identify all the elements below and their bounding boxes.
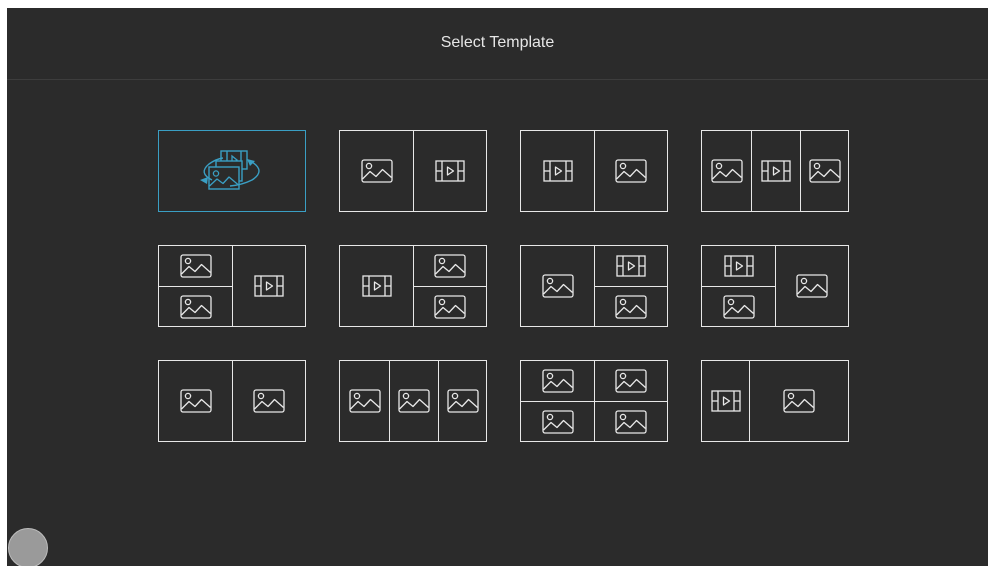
- image-icon: [541, 274, 574, 298]
- video-icon: [710, 390, 741, 412]
- image-cell: [594, 131, 667, 211]
- image-icon: [360, 159, 393, 183]
- image-cell: [594, 286, 667, 326]
- floating-circle-button[interactable]: [8, 528, 48, 566]
- video-icon: [361, 275, 392, 297]
- image-cell: [521, 246, 594, 326]
- image-cell: [800, 131, 848, 211]
- video-icon: [254, 275, 284, 297]
- image-cell: [438, 361, 486, 441]
- header: Select Template: [7, 8, 988, 80]
- image-cell: [159, 286, 232, 326]
- page-title: Select Template: [440, 33, 555, 51]
- video-cell: [413, 131, 486, 211]
- image-cell: [340, 361, 389, 441]
- image-icon: [179, 254, 212, 278]
- video-cell: [751, 131, 800, 211]
- image-icon: [722, 294, 755, 319]
- image-cell: [232, 361, 305, 441]
- image-icon: [808, 159, 841, 183]
- template-video-2images[interactable]: [339, 245, 487, 327]
- image-icon: [179, 389, 212, 413]
- template-video-wide-image[interactable]: [701, 360, 849, 442]
- media-rotate-icon: [192, 149, 272, 193]
- dynamic-cell: [159, 131, 305, 211]
- template-3images[interactable]: [339, 360, 487, 442]
- image-cell: [413, 286, 486, 326]
- template-2images[interactable]: [158, 360, 306, 442]
- template-image-video[interactable]: [339, 130, 487, 212]
- image-cell: [389, 361, 438, 441]
- image-icon: [541, 369, 574, 393]
- video-icon: [616, 255, 646, 277]
- image-cell: [521, 401, 594, 441]
- video-icon: [542, 160, 573, 182]
- image-cell: [594, 361, 667, 401]
- image-icon: [434, 294, 466, 319]
- image-cell: [775, 246, 848, 326]
- image-icon: [348, 389, 381, 413]
- image-cell: [521, 361, 594, 401]
- video-cell: [232, 246, 305, 326]
- image-cell: [702, 286, 775, 326]
- image-icon: [615, 409, 647, 434]
- image-icon: [615, 369, 647, 393]
- video-cell: [702, 361, 749, 441]
- image-cell: [413, 246, 486, 286]
- video-cell: [521, 131, 594, 211]
- image-cell: [702, 131, 751, 211]
- video-cell: [594, 246, 667, 286]
- image-icon: [615, 294, 647, 319]
- template-image-video-image-stack[interactable]: [520, 245, 668, 327]
- image-icon: [434, 254, 466, 278]
- image-cell: [594, 401, 667, 441]
- image-icon: [796, 274, 828, 298]
- video-cell: [702, 246, 775, 286]
- image-icon: [253, 389, 285, 413]
- video-icon: [723, 255, 754, 277]
- image-icon: [179, 294, 212, 319]
- image-icon: [615, 159, 647, 183]
- image-icon: [783, 389, 815, 413]
- image-cell: [159, 246, 232, 286]
- image-icon: [541, 409, 574, 434]
- image-cell: [749, 361, 848, 441]
- image-cell: [159, 361, 232, 441]
- video-icon: [761, 160, 791, 182]
- template-video-image-stack-image[interactable]: [701, 245, 849, 327]
- template-image-video-image[interactable]: [701, 130, 849, 212]
- video-cell: [340, 246, 413, 326]
- image-icon: [398, 389, 430, 413]
- image-icon: [446, 389, 479, 413]
- screen: Select Template: [7, 8, 988, 566]
- template-4images[interactable]: [520, 360, 668, 442]
- image-cell: [340, 131, 413, 211]
- image-icon: [710, 159, 743, 183]
- template-2images-video[interactable]: [158, 245, 306, 327]
- video-icon: [435, 160, 465, 182]
- template-dynamic[interactable]: [158, 130, 306, 212]
- template-video-image[interactable]: [520, 130, 668, 212]
